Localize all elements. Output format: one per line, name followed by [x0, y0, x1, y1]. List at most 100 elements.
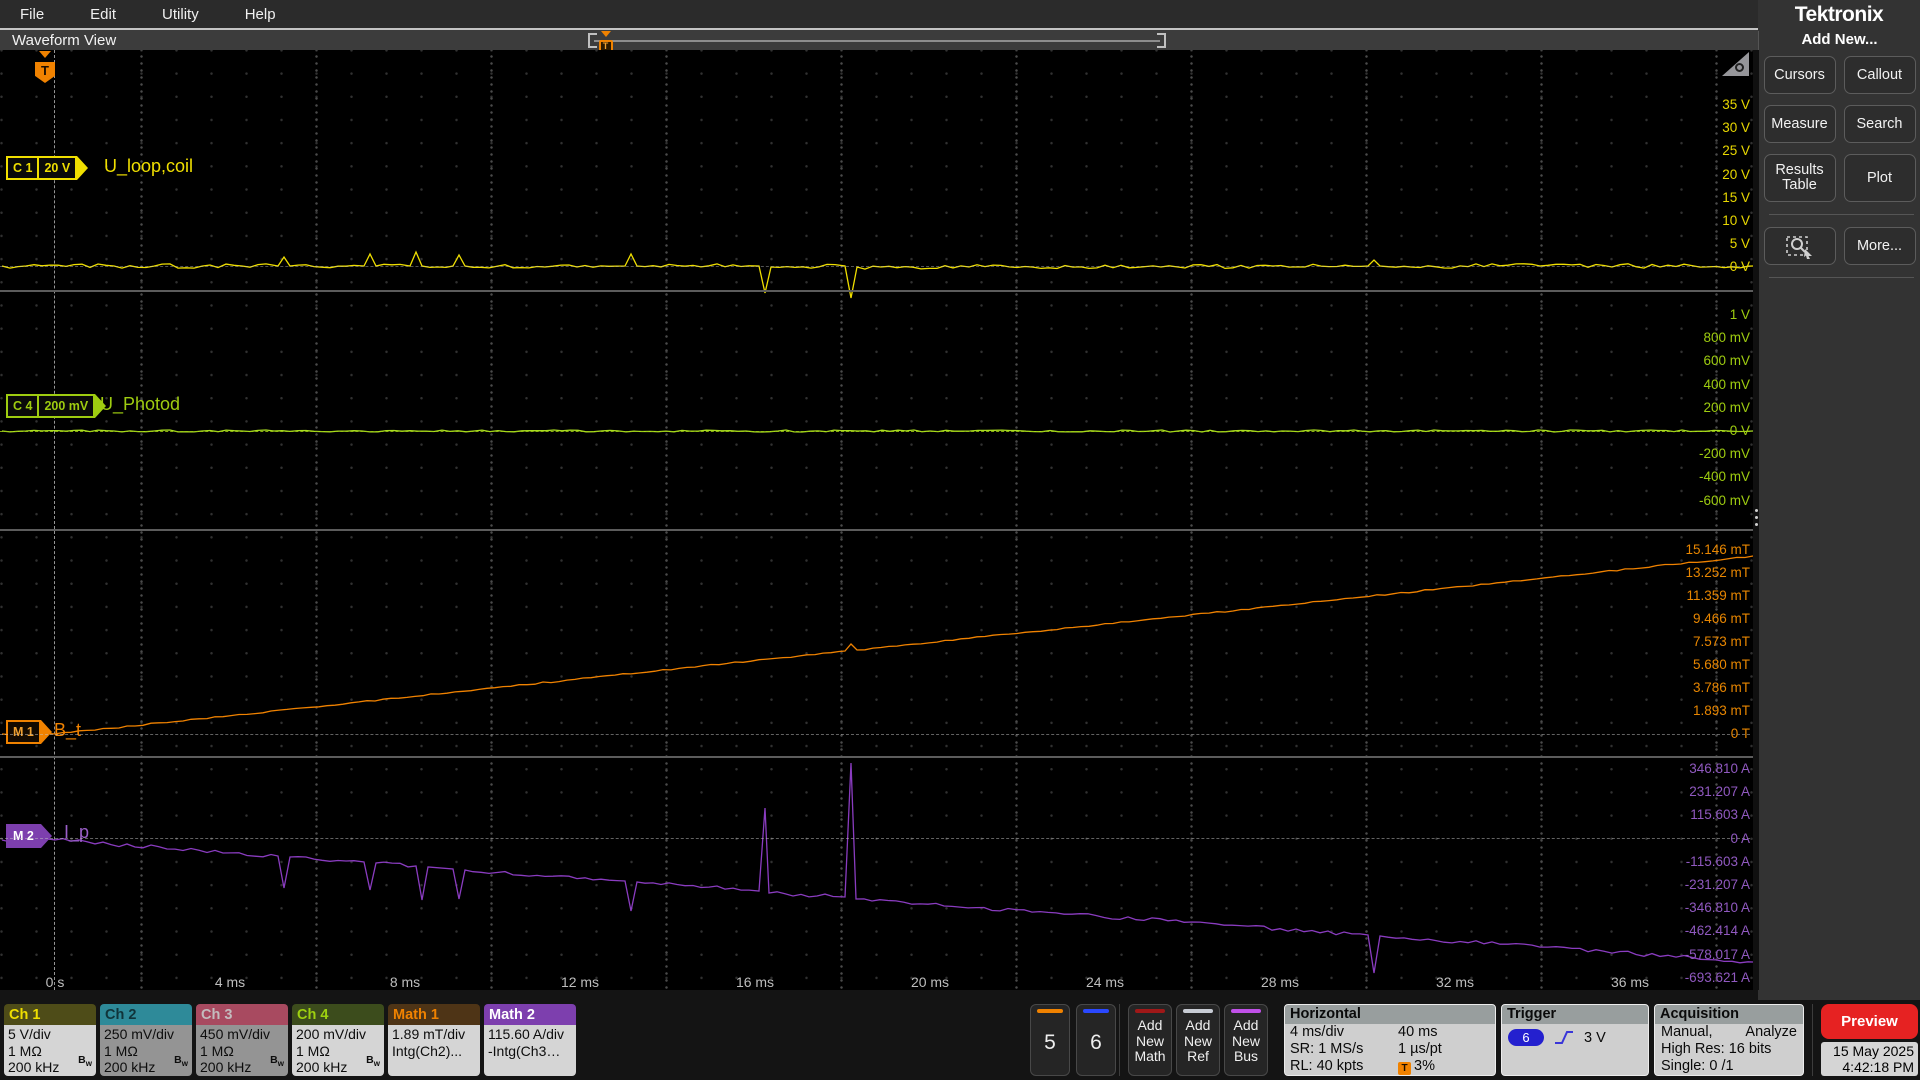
menu-item-utility[interactable]: Utility [162, 6, 199, 23]
minimap-right-bracket [1157, 33, 1166, 48]
channel-badge-ch4[interactable]: C 4 200 mV [6, 394, 107, 418]
math2-trace-label[interactable]: I_p [64, 822, 89, 843]
ch1-trace-label[interactable]: U_loop,coil [104, 156, 193, 177]
time-axis-tick: 20 ms [910, 974, 950, 990]
results-table-button[interactable]: Results Table [1763, 154, 1836, 202]
scale-button-label: 6 [1090, 1031, 1102, 1054]
menu-item-edit[interactable]: Edit [90, 6, 116, 23]
horizontal-position-minimap[interactable]: T [588, 31, 1166, 53]
badge-ch-2[interactable]: Ch 2 250 mV/div 1 MΩ 200 kHz Bw [100, 1004, 192, 1076]
panel-splitter[interactable] [1753, 50, 1759, 990]
ch1-scale-tick: 0 V [1729, 259, 1750, 275]
scale-button-label: 5 [1044, 1031, 1056, 1054]
ch1-scale-tick: 15 V [1722, 189, 1750, 205]
ch4-scale-tick: -200 mV [1698, 446, 1750, 462]
zero-reference-line [0, 838, 1750, 839]
math2-scale-tick: -462.414 A [1684, 923, 1750, 939]
callout-button[interactable]: Callout [1843, 56, 1916, 94]
badge-body-math-2: 115.60 A/div -Intg(Ch3… [484, 1025, 576, 1076]
slice-separator [0, 756, 1753, 758]
add-new-ref-button[interactable]: Add New Ref [1176, 1004, 1220, 1076]
add-new-math-button[interactable]: Add New Math [1128, 1004, 1172, 1076]
menu-item-file[interactable]: File [20, 6, 44, 23]
ch1-badge-scale: 20 V [37, 158, 75, 178]
add-new-ref-label: Add New Ref [1183, 1017, 1212, 1064]
settings-bar: Horizontal 4 ms/div 40 ms SR: 1 MS/s 1 µs/… [0, 1000, 1920, 1080]
math1-trace-label[interactable]: B_t [54, 720, 81, 741]
badge-header-ch-3: Ch 3 [196, 1004, 288, 1025]
more-button[interactable]: More... [1843, 227, 1916, 265]
time-axis-tick: 28 ms [1260, 974, 1300, 990]
ch1-scale-tick: 20 V [1722, 166, 1750, 182]
scale-button-stripe [1083, 1009, 1109, 1013]
badge-math-2[interactable]: Math 2 115.60 A/div -Intg(Ch3… [484, 1004, 576, 1076]
badge-row: 5 V/div [8, 1026, 51, 1042]
ch1-scale-tick: 25 V [1722, 143, 1750, 159]
math1-scale-tick: 15.146 mT [1685, 542, 1750, 557]
measure-button[interactable]: Measure [1763, 105, 1836, 143]
trace-b-t [1, 555, 1753, 736]
scale-button-6[interactable]: 6 [1076, 1004, 1116, 1076]
ch4-scale-tick: 800 mV [1703, 330, 1750, 346]
badge-body-ch-4: 200 mV/div 1 MΩ 200 kHz Bw [292, 1025, 384, 1076]
horizontal-panel-title: Horizontal [1285, 1005, 1495, 1024]
math1-scale-tick: 13.252 mT [1685, 565, 1750, 580]
badge-body-ch-3: 450 mV/div 1 MΩ 200 kHz Bw [196, 1025, 288, 1076]
menu-bar: File Edit Utility Help [0, 0, 1758, 28]
badge-row: 1.89 mT/div [392, 1026, 466, 1042]
time-axis-tick: 32 ms [1435, 974, 1475, 990]
badge-math-1[interactable]: Math 1 1.89 mT/div Intg(Ch2)... [388, 1004, 480, 1076]
channel-badge-ch1[interactable]: C 1 20 V [6, 156, 89, 180]
math1-scale-tick: 5.680 mT [1692, 657, 1750, 672]
acquisition-panel-title: Acquisition [1655, 1005, 1803, 1024]
math1-scale-tick: 0 T [1730, 726, 1750, 741]
badge-ch-4[interactable]: Ch 4 200 mV/div 1 MΩ 200 kHz Bw [292, 1004, 384, 1076]
zero-reference-line [0, 266, 1750, 267]
plot-button[interactable]: Plot [1843, 154, 1916, 202]
zoom-corner-icon[interactable] [1722, 52, 1749, 76]
trigger-panel[interactable]: Trigger 6 3 V [1501, 1004, 1649, 1076]
ch4-badge-scale: 200 mV [37, 396, 93, 416]
sidebar-divider [1769, 277, 1914, 278]
add-new-bus-button[interactable]: Add New Bus [1224, 1004, 1268, 1076]
badge-row: Intg(Ch2)... [392, 1042, 463, 1059]
add-new-ref-stripe [1183, 1009, 1213, 1013]
time-axis-tick: 36 ms [1610, 974, 1650, 990]
tektronix-logo: Tektronix [1794, 3, 1884, 26]
sidebar-divider [1769, 214, 1914, 215]
search-button[interactable]: Search [1843, 105, 1916, 143]
acquisition-panel[interactable]: Acquisition Manual, Analyze High Res: 16 … [1654, 1004, 1804, 1076]
trigger-panel-title: Trigger [1502, 1005, 1648, 1024]
minimap-record-line [594, 40, 1160, 42]
badge-body-ch-2: 250 mV/div 1 MΩ 200 kHz Bw [100, 1025, 192, 1076]
badge-row: -Intg(Ch3… [488, 1042, 561, 1059]
math1-badge[interactable]: M 1 [6, 720, 52, 744]
horizontal-panel[interactable]: Horizontal 4 ms/div 40 ms SR: 1 MS/s 1 µs/… [1284, 1004, 1496, 1076]
menu-item-help[interactable]: Help [245, 6, 276, 23]
divider [1119, 1004, 1120, 1076]
cursors-button[interactable]: Cursors [1763, 56, 1836, 94]
waveform-graticule[interactable]: T C 1 20 V U_loop,coil C 4 200 mV U_Phot… [0, 50, 1753, 990]
bandwidth-limit-icon: Bw [270, 1054, 284, 1069]
waveform-view-tab-bar: Waveform View T [0, 28, 1758, 53]
badge-body-ch-1: 5 V/div 1 MΩ 200 kHz Bw [4, 1025, 96, 1076]
math2-scale-tick: -578.017 A [1684, 946, 1750, 962]
math2-scale-tick: 0 A [1730, 830, 1750, 846]
bandwidth-limit-icon: Bw [78, 1054, 92, 1069]
time-axis-tick: 16 ms [735, 974, 775, 990]
area-zoom-button[interactable] [1763, 227, 1836, 265]
badge-ch-1[interactable]: Ch 15 V/div 1 MΩ 200 kHz Bw [4, 1004, 96, 1076]
ch4-trace-label[interactable]: U_Photod [100, 394, 180, 415]
preview-button[interactable]: Preview [1821, 1004, 1918, 1039]
badge-ch-3[interactable]: Ch 3 450 mV/div 1 MΩ 200 kHz Bw [196, 1004, 288, 1076]
math2-scale-tick: -693.621 A [1684, 969, 1750, 985]
ch1-scale-tick: 10 V [1722, 213, 1750, 228]
math2-badge[interactable]: M 2 [6, 824, 52, 848]
scale-button-5[interactable]: 5 [1030, 1004, 1070, 1076]
time-axis-tick: 12 ms [560, 974, 600, 990]
zero-reference-line [0, 431, 1750, 432]
trigger-time-line [54, 50, 55, 990]
math2-badge-id: M 2 [13, 829, 34, 843]
time-axis-tick: 4 ms [214, 974, 246, 990]
trigger-level-flag[interactable]: T [33, 51, 57, 83]
